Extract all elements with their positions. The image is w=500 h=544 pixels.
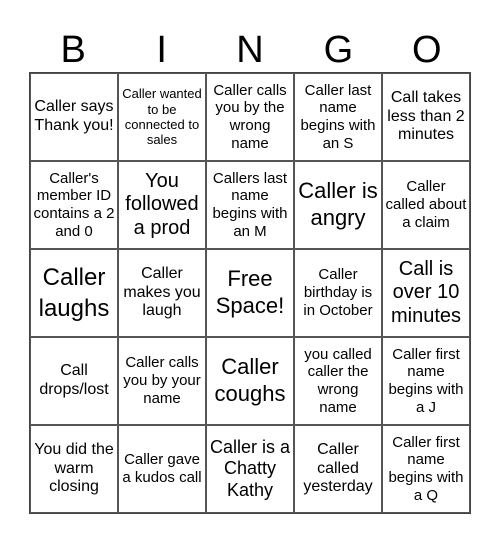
header-letter-b: B: [60, 29, 86, 71]
bingo-cell[interactable]: Caller makes you laugh: [118, 249, 206, 337]
bingo-cell[interactable]: Caller wanted to be connected to sales: [118, 73, 206, 161]
bingo-header: B I N G O: [29, 28, 471, 72]
bingo-cell[interactable]: Call drops/lost: [30, 337, 118, 425]
bingo-cell[interactable]: Caller called yesterday: [294, 425, 382, 513]
bingo-cell[interactable]: Caller laughs: [30, 249, 118, 337]
bingo-cell[interactable]: Caller last name begins with an S: [294, 73, 382, 161]
bingo-cell[interactable]: Call is over 10 minutes: [382, 249, 470, 337]
bingo-cell[interactable]: You followed a prod: [118, 161, 206, 249]
bingo-cell[interactable]: you called caller the wrong name: [294, 337, 382, 425]
bingo-cell[interactable]: Caller gave a kudos call: [118, 425, 206, 513]
header-letter-n: N: [236, 29, 264, 71]
header-letter-o: O: [412, 29, 442, 71]
bingo-cell[interactable]: Caller coughs: [206, 337, 294, 425]
free-space-cell[interactable]: Free Space!: [206, 249, 294, 337]
bingo-cell[interactable]: Caller first name begins with a J: [382, 337, 470, 425]
bingo-cell[interactable]: Caller birthday is in October: [294, 249, 382, 337]
bingo-cell[interactable]: Caller's member ID contains a 2 and 0: [30, 161, 118, 249]
bingo-grid: Caller says Thank you! Caller wanted to …: [29, 72, 471, 514]
bingo-cell[interactable]: Caller first name begins with a Q: [382, 425, 470, 513]
bingo-cell[interactable]: Caller is a Chatty Kathy: [206, 425, 294, 513]
bingo-cell[interactable]: Caller is angry: [294, 161, 382, 249]
bingo-cell[interactable]: Callers last name begins with an M: [206, 161, 294, 249]
bingo-cell[interactable]: Caller says Thank you!: [30, 73, 118, 161]
bingo-cell[interactable]: You did the warm closing: [30, 425, 118, 513]
header-letter-i: I: [156, 29, 167, 71]
bingo-cell[interactable]: Caller calls you by the wrong name: [206, 73, 294, 161]
header-letter-g: G: [323, 29, 354, 71]
bingo-cell[interactable]: Caller called about a claim: [382, 161, 470, 249]
bingo-cell[interactable]: Call takes less than 2 minutes: [382, 73, 470, 161]
bingo-cell[interactable]: Caller calls you by your name: [118, 337, 206, 425]
